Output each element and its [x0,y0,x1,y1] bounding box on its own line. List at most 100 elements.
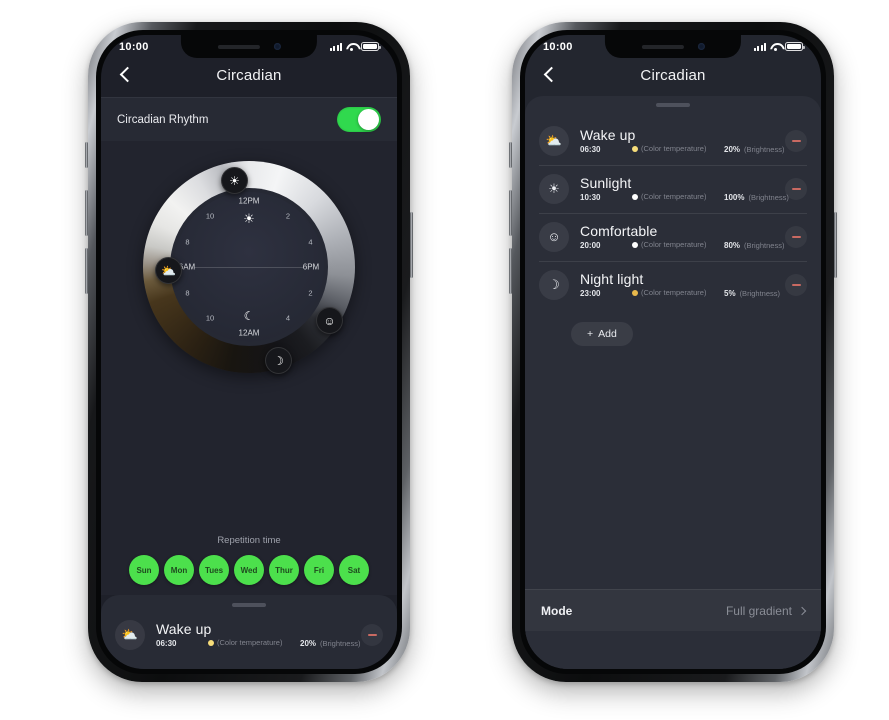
day-chip-sun[interactable]: Sun [129,555,159,585]
remove-schedule-button[interactable] [785,225,807,248]
sun-icon: ☀ [243,211,255,226]
schedule-sheet: ⛅ Wake up 06:30 (Color temperature) 20% … [525,96,821,669]
day-chip-wed[interactable]: Wed [234,555,264,585]
circadian-rhythm-toggle[interactable] [337,107,381,132]
color-temperature-label: (Color temperature) [641,192,707,201]
circadian-rhythm-row[interactable]: Circadian Rhythm [101,97,397,141]
status-icons [329,42,381,51]
nav-bar-left: Circadian [101,58,397,92]
volume-down-button[interactable] [509,248,512,294]
mute-switch[interactable] [509,142,512,168]
minus-icon [791,139,801,142]
brightness-label: (Brightness) [320,639,361,648]
color-temperature-swatch [632,146,638,152]
schedule-time: 10:30 [580,193,601,202]
volume-down-button[interactable] [85,248,88,294]
status-time: 10:00 [119,40,149,53]
brightness-label: (Brightness) [748,193,789,202]
color-temperature-label: (Color temperature) [641,288,707,297]
brightness-label: (Brightness) [739,289,780,298]
crescent-moon-icon: ☽ [539,269,569,300]
clock-tick: 4 [308,237,313,246]
day-chip-sat[interactable]: Sat [339,555,369,585]
remove-schedule-button[interactable] [785,129,807,152]
color-temperature-group: (Color temperature) [632,288,724,298]
day-chip-fri[interactable]: Fri [304,555,334,585]
power-button[interactable] [410,212,413,278]
circadian-rhythm-label: Circadian Rhythm [117,113,209,126]
wifi-icon [770,43,781,51]
notch-left [180,35,318,58]
day-chip-thur[interactable]: Thur [269,555,299,585]
circadian-dial[interactable]: 12PM 12AM 6AM 6PM 2 4 2 4 10 8 8 10 ☀ ☾ … [143,161,355,374]
schedule-meta: 20:00 (Color temperature) 80% (Brightnes… [580,240,785,250]
front-camera-icon [697,43,705,50]
schedule-title: Wake up [580,127,636,143]
color-temperature-group: (Color temperature) [632,144,724,154]
cellular-signal-icon [329,42,342,51]
sheet-grabber[interactable] [656,103,690,107]
brightness-group: 100% (Brightness) [724,193,789,202]
add-button-label: Add [598,327,617,340]
dial-handle-night-light[interactable]: ☽ [265,347,292,374]
color-temperature-label: (Color temperature) [217,638,283,647]
day-chip-mon[interactable]: Mon [164,555,194,585]
brightness-group: 20% (Brightness) [724,145,784,154]
minus-icon [791,235,801,238]
phone-device-left: 10:00 Circadian Circadian Rhythm 12PM 12… [85,22,413,682]
remove-schedule-button[interactable] [785,177,807,200]
color-temperature-group: (Color temperature) [208,638,300,648]
mode-label: Mode [541,603,573,618]
chevron-right-icon [797,606,807,615]
clock-face: 12PM 12AM 6AM 6PM 2 4 2 4 10 8 8 10 ☀ ☾ [174,192,324,342]
schedule-time: 23:00 [580,289,601,298]
clock-tick: 8 [185,237,190,246]
remove-schedule-button[interactable] [785,273,807,296]
schedule-row-content: Wake up 06:30 (Color temperature) 20% (B… [156,621,361,648]
mode-row[interactable]: Mode Full gradient [525,589,821,631]
schedule-row-night-light[interactable]: ☽ Night light 23:00 (Color temperature) [525,260,821,309]
clock-tick: 10 [205,211,215,221]
schedule-row-comfortable[interactable]: ☺ Comfortable 20:00 (Color temperature) [525,212,821,261]
phone-screen-left: 10:00 Circadian Circadian Rhythm 12PM 12… [101,35,397,669]
remove-schedule-button[interactable] [361,623,383,646]
schedule-title: Sunlight [580,175,632,191]
schedule-time: 20:00 [580,241,601,250]
add-schedule-button[interactable]: + Add [571,321,633,346]
dial-handle-wake-up[interactable]: ⛅ [155,257,182,284]
schedule-row-sunlight[interactable]: ☀ Sunlight 10:30 (Color temperature) 100… [525,164,821,213]
sunrise-icon: ⛅ [539,125,569,156]
schedule-row-wake-up[interactable]: ⛅ Wake up 06:30 (Color temperature) 20% … [101,611,397,659]
brightness-group: 80% (Brightness) [724,241,784,250]
repetition-days: Sun Mon Tues Wed Thur Fri Sat [101,555,397,585]
color-temperature-swatch [632,242,638,248]
earpiece-speaker [217,44,260,49]
power-button[interactable] [834,212,837,278]
mute-switch[interactable] [85,142,88,168]
schedule-time: 06:30 [580,145,601,154]
phone-bezel-right: 10:00 Circadian ⛅ Wake up 06:30 (Color t… [520,30,826,674]
status-icons [753,42,805,51]
schedule-meta: 06:30 (Color temperature) 20% (Brightnes… [156,638,361,648]
sheet-grabber[interactable] [232,603,266,607]
mode-value-group: Full gradient [725,603,807,618]
minus-icon [791,187,801,190]
nav-bar-right: Circadian [525,58,821,92]
page-title: Circadian [640,66,706,84]
schedule-row-wake-up[interactable]: ⛅ Wake up 06:30 (Color temperature) 20% … [525,117,821,165]
day-chip-tues[interactable]: Tues [199,555,229,585]
schedule-row-content: Comfortable 20:00 (Color temperature) 80… [580,223,785,250]
phone-bezel-left: 10:00 Circadian Circadian Rhythm 12PM 12… [96,30,402,674]
toggle-knob [358,109,379,130]
phone-screen-right: 10:00 Circadian ⛅ Wake up 06:30 (Color t… [525,35,821,669]
schedule-meta: 10:30 (Color temperature) 100% (Brightne… [580,192,789,202]
volume-up-button[interactable] [509,190,512,236]
volume-up-button[interactable] [85,190,88,236]
mode-value: Full gradient [725,603,792,618]
dial-handle-comfortable[interactable]: ☺ [316,307,343,334]
sheet-bottom-area [525,631,821,669]
smiley-icon: ☺ [539,221,569,252]
color-temperature-label: (Color temperature) [641,144,707,153]
brightness-group: 5% (Brightness) [724,289,780,298]
dial-handle-sunlight[interactable]: ☀ [221,167,248,194]
